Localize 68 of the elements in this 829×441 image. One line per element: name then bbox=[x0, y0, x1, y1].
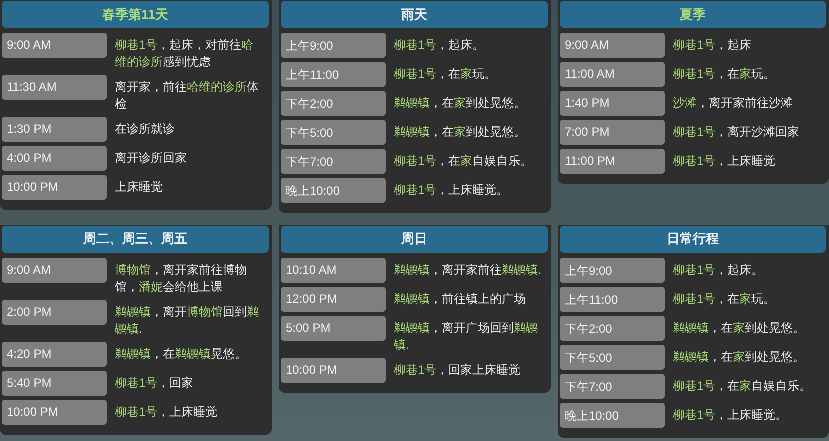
activity-text: 柳巷1号，离开沙滩回家 bbox=[673, 124, 801, 141]
time-label: 11:00 AM bbox=[560, 62, 665, 87]
activity-text: 柳巷1号，起床。 bbox=[673, 262, 765, 278]
time-label: 1:30 PM bbox=[2, 117, 107, 142]
activity-text: 沙滩，离开家前往沙滩 bbox=[673, 95, 794, 112]
activity-text: 鹈鹕镇，在家到处晃悠。 bbox=[673, 348, 806, 366]
time-label: 4:20 PM bbox=[2, 342, 107, 366]
time-label: 晚上10:00 bbox=[560, 402, 665, 428]
time-label: 下午7:00 bbox=[281, 149, 386, 174]
card-title: 夏季 bbox=[560, 1, 826, 28]
activity-text: 柳巷1号，回家上床睡觉 bbox=[394, 362, 522, 378]
activity-text: 在诊所就诊 bbox=[115, 121, 176, 138]
time-label: 上午11:00 bbox=[281, 62, 386, 87]
time-label: 上午9:00 bbox=[560, 258, 665, 282]
activity-text: 鹈鹕镇，在家到处晃悠。 bbox=[673, 320, 806, 336]
time-label: 下午2:00 bbox=[281, 91, 386, 116]
activity-text: 上床睡觉 bbox=[115, 179, 164, 196]
activity-text: 离开家，前往哈维的诊所体检 bbox=[115, 79, 260, 113]
time-label: 晚上10:00 bbox=[281, 178, 386, 203]
time-label: 4:00 PM bbox=[2, 146, 107, 171]
activity-text: 柳巷1号，上床睡觉 bbox=[115, 404, 219, 420]
activity-text: 鹈鹕镇，离开广场回到鹈鹕镇. bbox=[394, 320, 539, 354]
time-label: 上午9:00 bbox=[281, 33, 386, 58]
time-label: 10:10 AM bbox=[281, 258, 386, 282]
time-label: 9:00 AM bbox=[560, 33, 665, 58]
time-label: 上午11:00 bbox=[560, 286, 665, 312]
card-title: 周日 bbox=[281, 226, 548, 252]
card-title: 日常行程 bbox=[560, 226, 826, 252]
card-title: 春季第11天 bbox=[2, 1, 269, 28]
activity-text: 柳巷1号，起床。 bbox=[394, 37, 486, 54]
card-title: 雨天 bbox=[281, 1, 548, 28]
time-label: 9:00 AM bbox=[2, 33, 107, 58]
activity-text: 柳巷1号，在家玩。 bbox=[673, 66, 777, 83]
time-label: 10:00 PM bbox=[281, 358, 386, 382]
activity-text: 鹈鹕镇，离开家前往鹈鹕镇. bbox=[394, 262, 542, 278]
activity-text: 柳巷1号，在家玩。 bbox=[673, 290, 777, 308]
card-title: 周二、周三、周五 bbox=[2, 226, 269, 252]
time-label: 1:40 PM bbox=[560, 91, 665, 116]
activity-text: 柳巷1号，起床，对前往哈维的诊所感到忧虑 bbox=[115, 37, 255, 71]
activity-text: 柳巷1号，在家玩。 bbox=[394, 66, 498, 83]
activity-text: 鹈鹕镇，前往镇上的广场 bbox=[394, 290, 527, 308]
activity-text: 柳巷1号，在家自娱自乐。 bbox=[673, 378, 813, 394]
time-label: 5:00 PM bbox=[281, 316, 386, 340]
time-label: 下午2:00 bbox=[560, 316, 665, 340]
activity-text: 柳巷1号，回家 bbox=[115, 374, 195, 392]
time-label: 5:40 PM bbox=[2, 370, 107, 396]
time-label: 2:00 PM bbox=[2, 300, 107, 324]
activity-text: 鹈鹕镇，在家到处晃悠。 bbox=[394, 95, 527, 112]
activity-text: 柳巷1号，上床睡觉。 bbox=[394, 182, 510, 199]
time-label: 11:30 AM bbox=[2, 75, 107, 100]
time-label: 12:00 PM bbox=[281, 286, 386, 312]
activity-text: 博物馆，离开家前往博物馆，潘妮会给他上课 bbox=[115, 262, 248, 296]
activity-text: 柳巷1号，在家自娱自乐。 bbox=[394, 153, 534, 170]
activity-text: 鹈鹕镇，在家到处晃悠。 bbox=[394, 124, 527, 141]
time-label: 下午5:00 bbox=[281, 120, 386, 145]
activity-text: 柳巷1号，上床睡觉 bbox=[673, 153, 777, 170]
time-label: 下午5:00 bbox=[560, 344, 665, 370]
time-label: 9:00 AM bbox=[2, 258, 107, 282]
time-label: 10:00 PM bbox=[2, 175, 107, 200]
activity-text: 柳巷1号，起床 bbox=[673, 37, 753, 54]
activity-text: 离开诊所回家 bbox=[115, 150, 188, 167]
activity-text: 鹈鹕镇，离开博物馆回到鹈鹕镇. bbox=[115, 304, 260, 338]
time-label: 11:00 PM bbox=[560, 149, 665, 174]
time-label: 下午7:00 bbox=[560, 374, 665, 398]
time-label: 7:00 PM bbox=[560, 120, 665, 145]
activity-text: 鹈鹕镇，在鹈鹕镇晃悠。 bbox=[115, 346, 248, 362]
time-label: 10:00 PM bbox=[2, 400, 107, 424]
activity-text: 柳巷1号，上床睡觉。 bbox=[673, 406, 789, 424]
